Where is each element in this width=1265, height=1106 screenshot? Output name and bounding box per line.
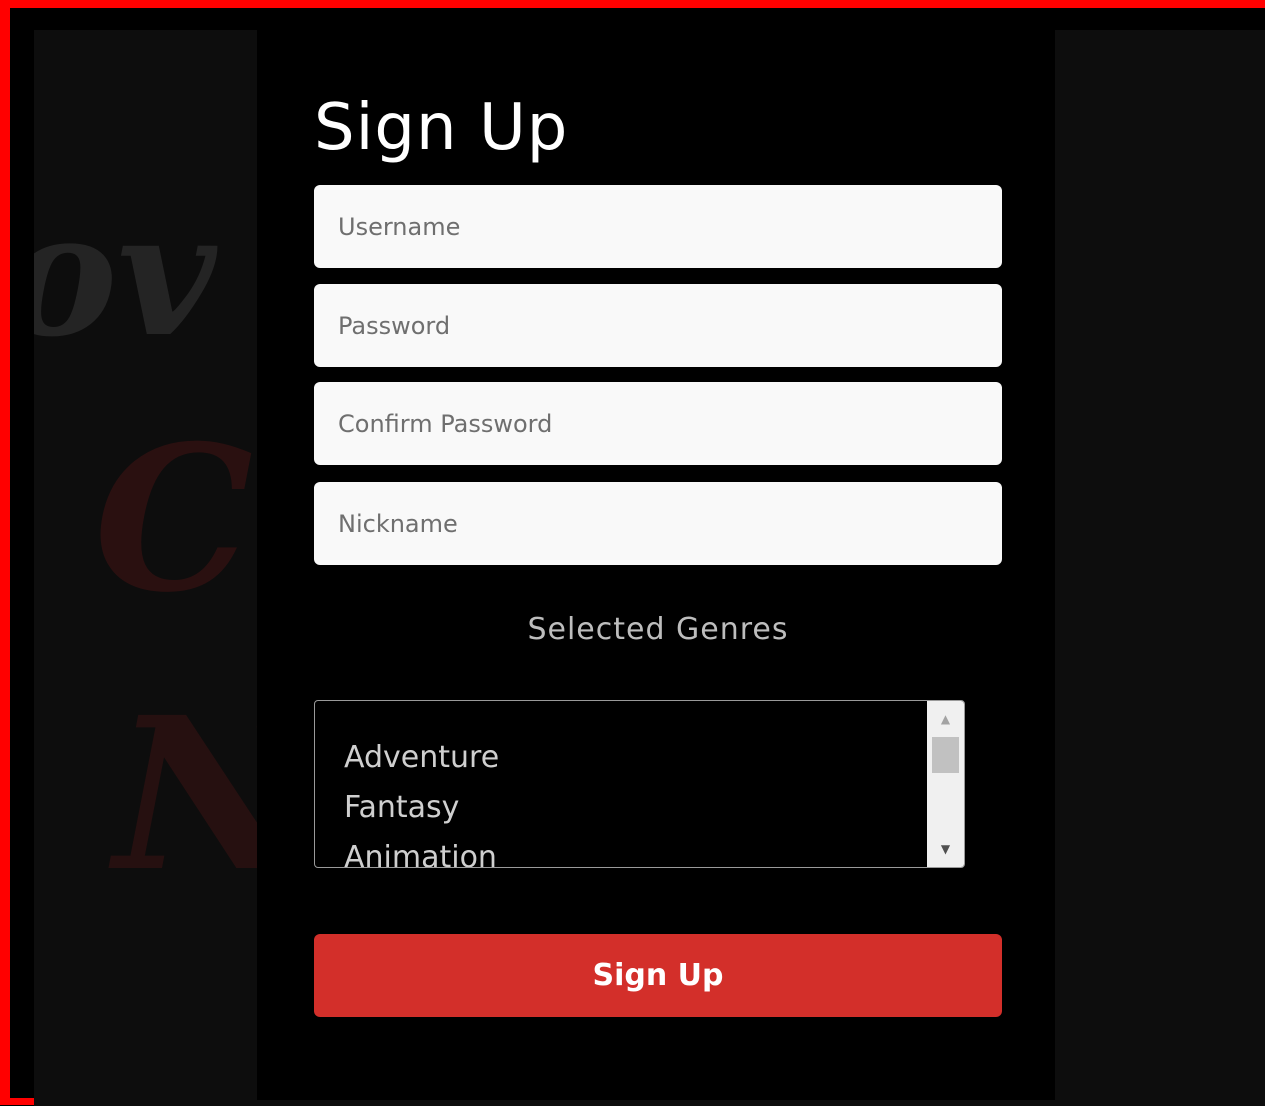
password-input[interactable] (314, 284, 1002, 367)
selected-genres-label: Selected Genres (527, 612, 789, 647)
genre-options: Adventure Fantasy Animation (344, 733, 499, 867)
background-script-glyph: C (94, 402, 254, 637)
page-title: Sign Up (314, 91, 569, 165)
genre-option-adventure[interactable]: Adventure (344, 733, 499, 783)
username-input[interactable] (314, 185, 1002, 268)
scroll-up-arrow-icon[interactable]: ▲ (927, 703, 964, 735)
sign-up-button[interactable]: Sign Up (314, 934, 1002, 1017)
scrollbar-thumb[interactable] (932, 737, 959, 773)
genre-option-fantasy[interactable]: Fantasy (344, 783, 499, 833)
background-script-glyph: ov (34, 175, 217, 375)
genre-listbox[interactable]: Adventure Fantasy Animation ▲ ▼ (314, 700, 965, 868)
scroll-down-arrow-icon[interactable]: ▼ (927, 833, 964, 865)
genre-list-scrollbar[interactable]: ▲ ▼ (927, 701, 964, 867)
screenshot-frame: ov C N Sign Up Selected Genres Adventure… (0, 0, 1265, 1106)
confirm-password-input[interactable] (314, 382, 1002, 465)
nickname-input[interactable] (314, 482, 1002, 565)
genre-option-animation[interactable]: Animation (344, 833, 499, 867)
